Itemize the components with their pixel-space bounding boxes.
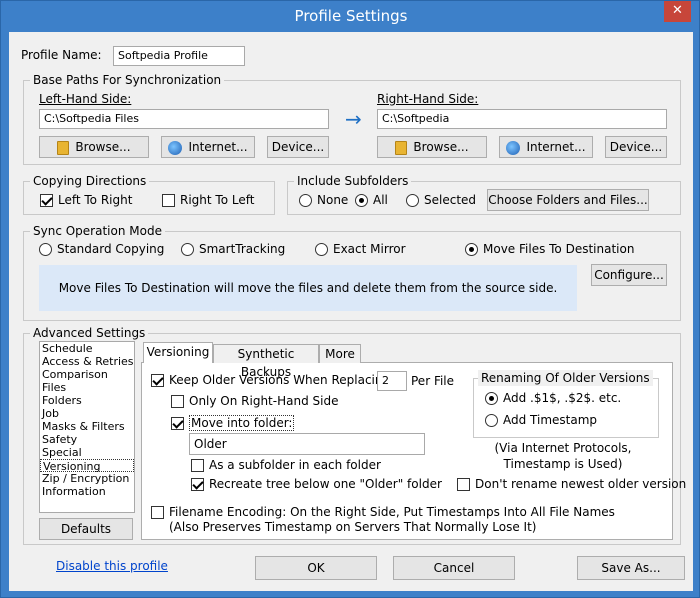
filename-encoding-checkbox[interactable] <box>151 506 164 519</box>
list-item[interactable]: Comparison <box>40 368 134 381</box>
add-s1-label: Add .$1$, .$2$. etc. <box>503 391 622 405</box>
advanced-settings-title: Advanced Settings <box>30 325 149 341</box>
include-subfolders-title: Include Subfolders <box>294 173 412 189</box>
list-item[interactable]: Access & Retries <box>40 355 134 368</box>
renaming-group: Renaming Of Older Versions <box>473 370 659 438</box>
cancel-button[interactable]: Cancel <box>393 556 515 580</box>
tab-synthetic-backups[interactable]: Synthetic Backups <box>213 344 319 379</box>
disable-profile-link[interactable]: Disable this profile <box>56 559 168 573</box>
right-side-label: Right-Hand Side: <box>377 92 479 106</box>
keep-count-input[interactable]: 2 <box>377 371 407 391</box>
advanced-category-list: Schedule Access & Retries Comparison Fil… <box>39 341 135 513</box>
close-icon[interactable]: ✕ <box>664 1 691 22</box>
mode-description: Move Files To Destination will move the … <box>39 265 577 311</box>
sync-mode-title: Sync Operation Mode <box>30 223 165 239</box>
mode-move-files-label: Move Files To Destination <box>483 242 635 256</box>
move-into-folder-checkbox[interactable] <box>171 417 184 430</box>
subfolders-selected-radio[interactable] <box>406 194 419 207</box>
profile-settings-window: Profile Settings ✕ Profile Name: Softped… <box>0 0 700 598</box>
add-timestamp-label: Add Timestamp <box>503 413 598 427</box>
left-to-right-label: Left To Right <box>58 193 133 207</box>
add-s1-radio[interactable] <box>485 392 498 405</box>
list-item[interactable]: Masks & Filters <box>40 420 134 433</box>
list-item[interactable]: Folders <box>40 394 134 407</box>
subfolders-all-label: All <box>373 193 388 207</box>
mode-standard-label: Standard Copying <box>57 242 165 256</box>
right-to-left-checkbox[interactable] <box>162 194 175 207</box>
filename-encoding-note: (Also Preserves Timestamp on Servers Tha… <box>169 520 537 534</box>
tab-versioning[interactable]: Versioning <box>143 342 213 363</box>
window-title: Profile Settings <box>294 7 408 25</box>
folder-icon <box>395 140 408 155</box>
recreate-tree-checkbox[interactable] <box>191 478 204 491</box>
subfolders-selected-label: Selected <box>424 193 477 207</box>
defaults-button[interactable]: Defaults <box>39 518 133 540</box>
choose-folders-button[interactable]: Choose Folders and Files... <box>487 189 649 211</box>
right-to-left-label: Right To Left <box>180 193 255 207</box>
subfolders-all-radio[interactable] <box>355 194 368 207</box>
list-item[interactable]: Zip / Encryption <box>40 472 134 485</box>
filename-encoding-label: Filename Encoding: On the Right Side, Pu… <box>169 505 615 519</box>
mode-move-files-radio[interactable] <box>465 243 478 256</box>
profile-name-label: Profile Name: <box>21 48 102 62</box>
dont-rename-newest-label: Don't rename newest older version <box>475 477 687 491</box>
profile-name-input[interactable]: Softpedia Profile <box>113 46 245 66</box>
keep-older-versions-checkbox[interactable] <box>151 374 164 387</box>
left-path-input[interactable]: C:\Softpedia Files <box>39 109 329 129</box>
list-item[interactable]: Schedule <box>40 342 134 355</box>
globe-icon <box>168 140 183 155</box>
add-timestamp-radio[interactable] <box>485 414 498 427</box>
arrow-right-icon: → <box>345 107 362 131</box>
dont-rename-newest-checkbox[interactable] <box>457 478 470 491</box>
as-subfolder-checkbox[interactable] <box>191 459 204 472</box>
recreate-tree-label: Recreate tree below one "Older" folder <box>209 477 442 491</box>
subfolders-none-radio[interactable] <box>299 194 312 207</box>
mode-exact-mirror-label: Exact Mirror <box>333 242 406 256</box>
list-item[interactable]: Files <box>40 381 134 394</box>
renaming-title: Renaming Of Older Versions <box>478 370 653 386</box>
move-into-folder-label: Move into folder: <box>189 415 295 431</box>
ok-button[interactable]: OK <box>255 556 377 580</box>
subfolders-none-label: None <box>317 193 349 207</box>
left-side-label: Left-Hand Side: <box>39 92 132 106</box>
mode-smarttracking-label: SmartTracking <box>199 242 286 256</box>
right-browse-button[interactable]: Browse... <box>377 136 487 158</box>
base-paths-title: Base Paths For Synchronization <box>30 72 225 88</box>
right-device-button[interactable]: Device... <box>605 136 667 158</box>
copying-directions-title: Copying Directions <box>30 173 150 189</box>
list-item[interactable]: Safety <box>40 433 134 446</box>
window-client: Profile Name: Softpedia Profile Base Pat… <box>9 32 693 591</box>
as-subfolder-label: As a subfolder in each folder <box>209 458 381 472</box>
only-right-side-label: Only On Right-Hand Side <box>189 394 339 408</box>
right-internet-button[interactable]: Internet... <box>499 136 593 158</box>
only-right-side-checkbox[interactable] <box>171 395 184 408</box>
configure-button[interactable]: Configure... <box>591 264 667 286</box>
right-path-input[interactable]: C:\Softpedia <box>377 109 667 129</box>
globe-icon <box>506 140 521 155</box>
mode-smarttracking-radio[interactable] <box>181 243 194 256</box>
older-folder-input[interactable]: Older <box>189 433 425 455</box>
left-device-button[interactable]: Device... <box>267 136 329 158</box>
keep-older-versions-label: Keep Older Versions When Replacing: <box>169 373 395 387</box>
save-as-button[interactable]: Save As... <box>577 556 685 580</box>
left-to-right-checkbox[interactable] <box>40 194 53 207</box>
list-item[interactable]: Job <box>40 407 134 420</box>
mode-standard-radio[interactable] <box>39 243 52 256</box>
list-item[interactable]: Information <box>40 485 134 498</box>
tab-more[interactable]: More <box>319 344 361 363</box>
left-internet-button[interactable]: Internet... <box>161 136 255 158</box>
left-browse-button[interactable]: Browse... <box>39 136 149 158</box>
list-item-selected[interactable]: Versioning <box>40 459 134 473</box>
mode-exact-mirror-radio[interactable] <box>315 243 328 256</box>
per-file-label: Per File <box>411 374 455 388</box>
timestamp-note: (Via Internet Protocols, Timestamp is Us… <box>494 441 632 471</box>
folder-icon <box>57 140 70 155</box>
list-item[interactable]: Special <box>40 446 134 459</box>
